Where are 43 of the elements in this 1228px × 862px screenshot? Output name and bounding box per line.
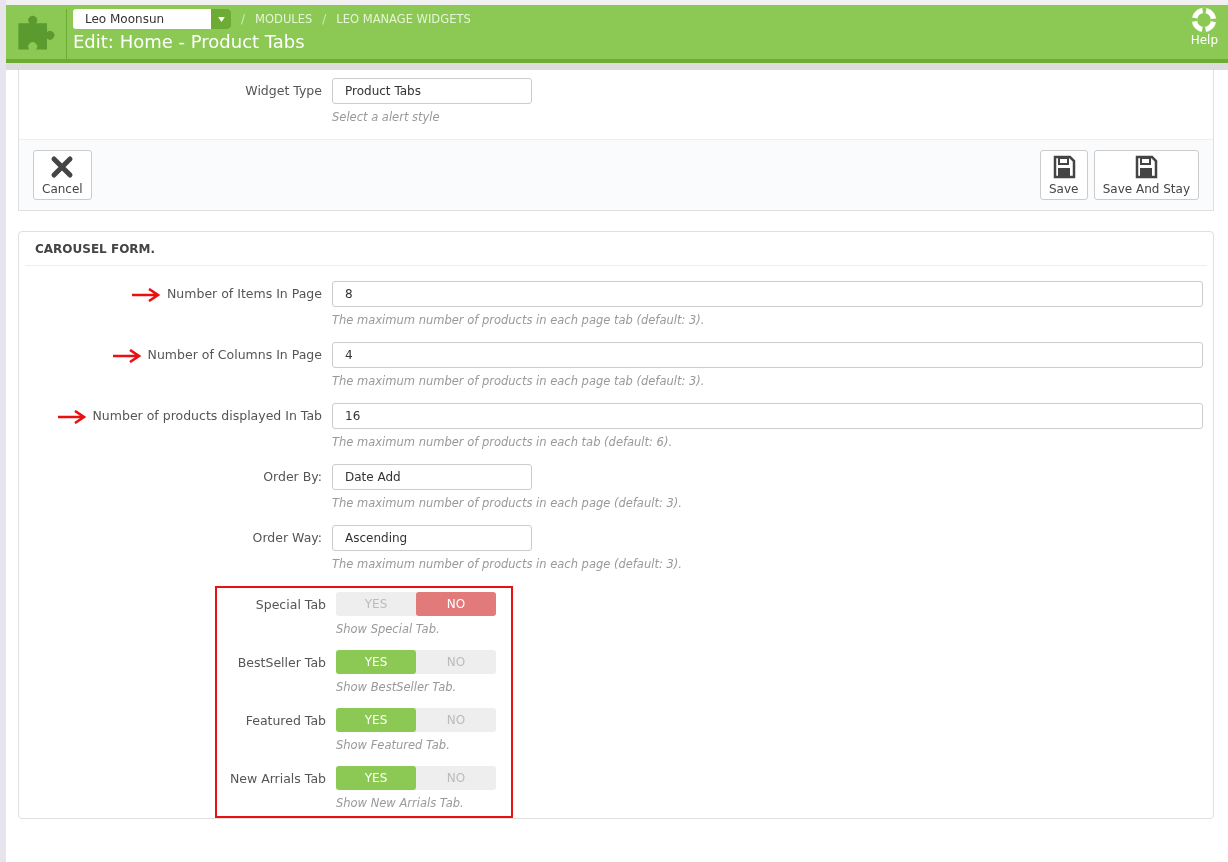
input-field[interactable]: Product Tabs	[332, 78, 532, 104]
no-option[interactable]: NO	[416, 592, 496, 616]
help-text: Show BestSeller Tab.	[336, 680, 458, 694]
page-title: Edit: Home - Product Tabs	[73, 31, 306, 52]
field-label: BestSeller Tab	[236, 654, 326, 672]
field-label: Special Tab	[254, 596, 326, 614]
panel-title: CAROUSEL FORM.	[25, 232, 1207, 266]
help-text: Show Special Tab.	[336, 622, 441, 636]
cancel-button[interactable]: Cancel	[33, 150, 92, 200]
field-label: Order Way:	[252, 530, 322, 545]
close-icon	[50, 155, 75, 179]
help-text: The maximum number of products in each page (default: 3).	[332, 496, 683, 510]
help-text: Show Featured Tab.	[336, 738, 451, 752]
input-field[interactable]: Ascending	[332, 525, 532, 551]
field-label: Number of Items In Page	[167, 286, 322, 301]
field-label: Number of Columns In Page	[147, 347, 322, 362]
save-button[interactable]: Save	[1039, 150, 1088, 200]
input-field[interactable]: 4	[332, 342, 1203, 368]
input-field[interactable]: 16	[332, 403, 1203, 429]
help-text: Select a alert style	[332, 110, 441, 124]
field-label: New Arrials Tab	[228, 770, 326, 788]
save-button[interactable]: Save And Stay	[1093, 150, 1199, 200]
yes-option[interactable]: YES	[336, 766, 416, 790]
help-text: Show New Arrials Tab.	[336, 796, 465, 810]
yes-option[interactable]: YES	[336, 650, 416, 674]
breadcrumb-link[interactable]: LEO MANAGE WIDGETS	[336, 12, 471, 26]
breadcrumb-link[interactable]: MODULES	[255, 12, 313, 26]
field-label: Order By:	[263, 469, 322, 484]
breadcrumb-separator: /	[322, 12, 327, 26]
help-text: The maximum number of products in each tab (default: 6).	[332, 435, 674, 449]
breadcrumb-separator: /	[241, 12, 246, 26]
input-field[interactable]: 8	[332, 281, 1203, 307]
help-text: The maximum number of products in each page tab (default: 3).	[332, 313, 706, 327]
input-field[interactable]: Date Add	[332, 464, 532, 490]
yes-option[interactable]: YES	[336, 708, 416, 732]
help-text: The maximum number of products in each page (default: 3).	[332, 557, 683, 571]
help-button[interactable]: Help	[1190, 7, 1218, 59]
field-label: Widget Type	[244, 82, 322, 100]
caret-icon	[217, 16, 225, 22]
field-label: Number of products displayed In Tab	[92, 408, 322, 423]
field-label: Featured Tab	[244, 712, 326, 730]
help-text: The maximum number of products in each page tab (default: 3).	[332, 374, 706, 388]
shop-select[interactable]: Leo Moonsun	[73, 9, 231, 29]
